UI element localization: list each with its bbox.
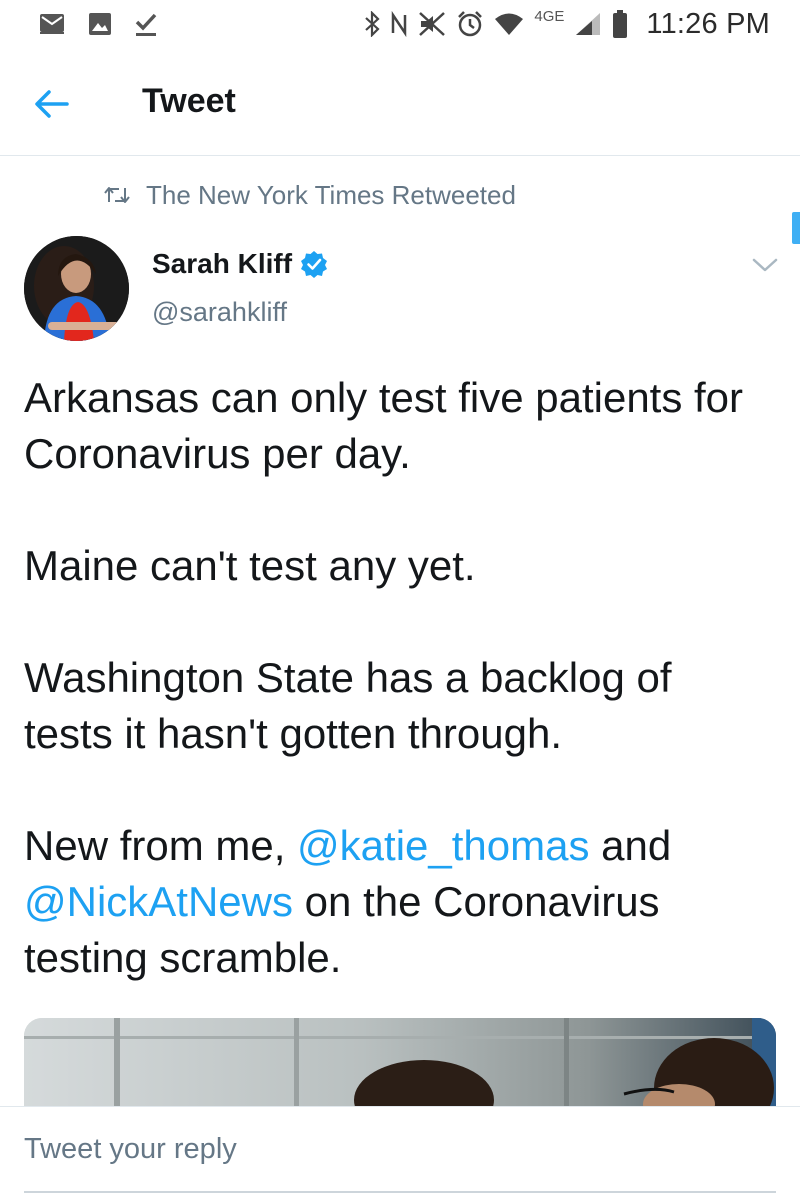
nfc-icon	[390, 11, 408, 37]
check-download-icon	[134, 11, 158, 37]
tweet-paragraph: Washington State has a backlog of tests …	[24, 654, 672, 757]
tweet-text-segment: New from me,	[24, 822, 298, 869]
bluetooth-icon	[364, 11, 380, 37]
arrow-left-icon	[34, 89, 70, 119]
page-title: Tweet	[142, 82, 236, 120]
verified-badge-icon	[300, 250, 328, 278]
alarm-icon	[456, 10, 484, 38]
reply-input-underline	[24, 1191, 776, 1193]
status-bar-notifications	[38, 8, 158, 40]
tweet-paragraph: Arkansas can only test five patients for…	[24, 374, 744, 477]
tweet-menu-button[interactable]	[748, 250, 782, 280]
tweet-text: Arkansas can only test five patients for…	[24, 370, 764, 986]
wifi-icon	[494, 12, 524, 36]
author-name[interactable]: Sarah Kliff	[152, 248, 328, 280]
mail-icon	[38, 12, 66, 36]
image-icon	[88, 12, 112, 36]
mute-icon	[418, 11, 446, 37]
retweet-label: The New York Times Retweeted	[146, 179, 516, 210]
retweet-context[interactable]: The New York Times Retweeted	[104, 178, 516, 212]
status-time: 11:26 PM	[646, 7, 770, 40]
battery-icon	[612, 9, 628, 39]
mention-link-katie-thomas[interactable]: @katie_thomas	[297, 822, 589, 869]
network-type: 4GE	[534, 7, 565, 25]
avatar[interactable]	[24, 236, 129, 341]
author-name-text: Sarah Kliff	[152, 248, 293, 279]
status-bar: 4GE 11:26 PM	[0, 0, 800, 50]
tweet-paragraph: Maine can't test any yet.	[24, 542, 476, 589]
chevron-down-icon	[752, 257, 778, 273]
author-handle[interactable]: @sarahkliff	[152, 297, 287, 328]
header-bar: Tweet	[0, 50, 800, 156]
status-bar-system: 4GE 11:26 PM	[364, 4, 770, 44]
reply-bar	[0, 1106, 800, 1200]
retweet-icon	[104, 186, 130, 204]
mention-link-nickatnews[interactable]: @NickAtNews	[24, 878, 293, 925]
tweet-text-segment: and	[589, 822, 672, 869]
tweet-paragraph-mentions: New from me, @katie_thomas and @NickAtNew…	[24, 818, 764, 986]
signal-icon	[574, 11, 602, 37]
tweet-media-image[interactable]	[24, 1018, 776, 1106]
reply-input[interactable]	[24, 1127, 776, 1171]
scroll-indicator[interactable]	[792, 212, 800, 244]
back-button[interactable]	[32, 84, 72, 124]
